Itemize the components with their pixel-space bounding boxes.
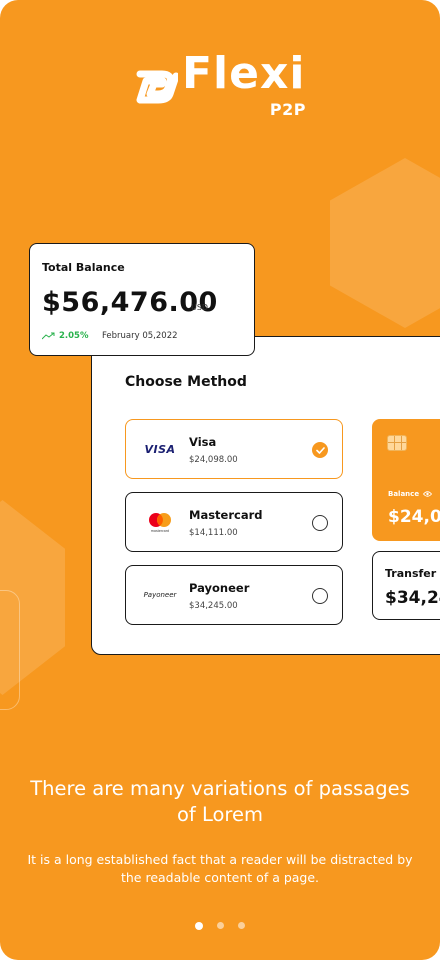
radio-unchecked[interactable] xyxy=(312,515,328,531)
logo-mark-icon xyxy=(136,70,178,104)
method-option-visa[interactable]: VISA Visa $24,098.00 xyxy=(125,419,343,479)
transfer-label: Transfer a xyxy=(385,567,440,580)
mastercard-icon: mastercard xyxy=(149,513,171,533)
balance-title: Total Balance xyxy=(42,261,125,274)
method-name: Visa xyxy=(189,435,217,449)
panel-title: Choose Method xyxy=(125,374,247,390)
decorative-hexagon xyxy=(330,158,440,328)
radio-unchecked[interactable] xyxy=(312,588,328,604)
onboarding-description: It is a long established fact that a rea… xyxy=(27,852,413,885)
balance-currency: USD xyxy=(191,303,209,312)
page-indicator xyxy=(0,921,440,930)
card-balance-amount: $24,09 xyxy=(388,507,440,527)
method-option-mastercard[interactable]: mastercard Mastercard $14,111.00 xyxy=(125,492,343,552)
payoneer-logo-text: Payoneer xyxy=(143,591,177,599)
balance-date: February 05,2022 xyxy=(102,331,178,341)
method-amount: $14,111.00 xyxy=(189,528,238,538)
logo-wordmark: Flexi xyxy=(182,48,306,99)
visa-logo: VISA xyxy=(140,420,180,478)
onboarding-screen: Flexi P2P Total Balance $56,476.00 USD 2… xyxy=(0,0,440,960)
method-amount: $34,245.00 xyxy=(189,601,238,611)
card-preview: Balance $24,09 xyxy=(372,419,440,541)
transfer-preview: Transfer a $34,24 xyxy=(372,551,440,620)
method-option-payoneer[interactable]: Payoneer Payoneer $34,245.00 xyxy=(125,565,343,625)
check-icon xyxy=(315,446,325,454)
trend-up-icon xyxy=(42,332,55,340)
balance-trend: 2.05% xyxy=(42,331,89,341)
method-name: Mastercard xyxy=(189,508,263,522)
onboarding-headline: There are many variations of passages of… xyxy=(30,777,410,827)
page-dot[interactable] xyxy=(238,922,245,929)
eye-icon xyxy=(423,491,433,497)
radio-checked[interactable] xyxy=(312,442,328,458)
mastercard-logo: mastercard xyxy=(140,493,180,551)
card-chip-icon xyxy=(387,435,407,451)
page-dot-active[interactable] xyxy=(195,921,203,930)
mastercard-logo-text: mastercard xyxy=(151,529,169,533)
card-balance-text: Balance xyxy=(388,490,420,498)
total-balance-card: Total Balance $56,476.00 USD 2.05% Febru… xyxy=(29,243,255,356)
app-logo: Flexi P2P xyxy=(132,52,312,124)
visa-logo-text: VISA xyxy=(144,442,176,456)
trend-value: 2.05% xyxy=(59,331,89,341)
page-dot[interactable] xyxy=(217,922,224,929)
decorative-outline xyxy=(0,590,20,710)
payoneer-logo: Payoneer xyxy=(140,566,180,624)
transfer-amount: $34,24 xyxy=(385,588,440,608)
method-name: Payoneer xyxy=(189,581,250,595)
card-balance-label: Balance xyxy=(388,490,433,498)
logo-subtitle: P2P xyxy=(269,100,306,119)
method-amount: $24,098.00 xyxy=(189,455,238,465)
